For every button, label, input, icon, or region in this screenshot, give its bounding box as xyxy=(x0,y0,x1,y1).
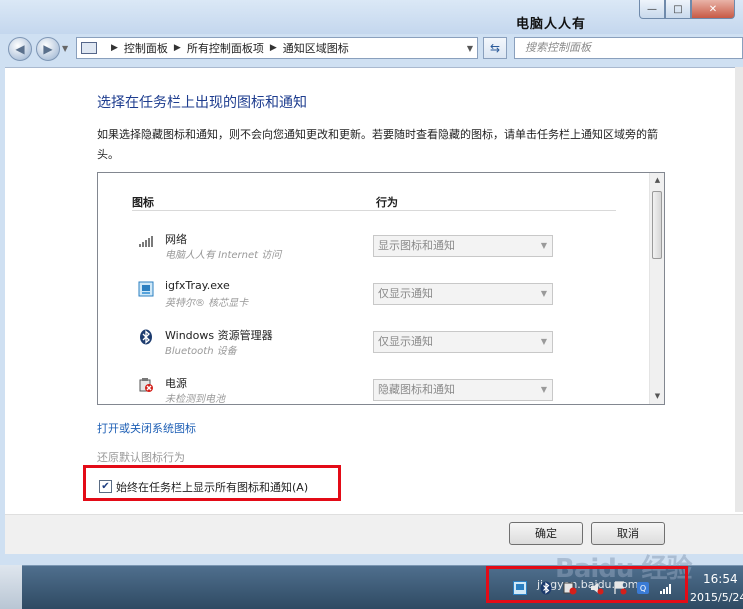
power-icon xyxy=(138,377,154,393)
list-item: 网络 电脑人人有 Internet 访问 显示图标和通知 ▼ xyxy=(98,229,648,277)
behavior-select[interactable]: 仅显示通知 ▼ xyxy=(373,283,553,305)
row-subtitle: 英特尔® 核芯显卡 xyxy=(165,298,249,309)
bluetooth-icon[interactable] xyxy=(539,581,553,595)
breadcrumb-separator-icon: ▶ xyxy=(173,43,181,53)
row-name: igfxTray.exe xyxy=(165,279,230,292)
page-title: 选择在任务栏上出现的图标和通知 xyxy=(97,95,307,111)
action-center-icon[interactable] xyxy=(613,581,627,595)
scroll-thumb[interactable] xyxy=(652,191,662,259)
intel-graphics-icon[interactable] xyxy=(513,581,527,595)
title-bar xyxy=(0,0,743,34)
ok-button[interactable]: 确定 xyxy=(509,522,583,545)
forward-button[interactable]: ▶ xyxy=(36,37,60,61)
column-header-behavior: 行为 xyxy=(376,196,398,209)
qq-icon[interactable]: Q xyxy=(636,581,650,595)
minimize-button[interactable]: — xyxy=(639,0,665,19)
page-scrollbar[interactable] xyxy=(735,67,743,512)
list-item: Windows 资源管理器 Bluetooth 设备 仅显示通知 ▼ xyxy=(98,325,648,373)
list-item: igfxTray.exe 英特尔® 核芯显卡 仅显示通知 ▼ xyxy=(98,277,648,325)
close-button[interactable]: ✕ xyxy=(691,0,735,19)
back-button[interactable]: ◀ xyxy=(8,37,32,61)
checkmark-icon: ✔ xyxy=(101,481,110,492)
chevron-down-icon: ▼ xyxy=(540,289,547,298)
behavior-select[interactable]: 仅显示通知 ▼ xyxy=(373,331,553,353)
chevron-down-icon: ▼ xyxy=(540,385,547,394)
chevron-down-icon: ▼ xyxy=(62,44,69,53)
cancel-button[interactable]: 取消 xyxy=(591,522,665,545)
column-header-icon: 图标 xyxy=(132,196,154,209)
volume-muted-icon[interactable] xyxy=(590,581,604,595)
row-name: 网络 xyxy=(165,233,187,246)
bluetooth-icon xyxy=(138,329,154,345)
system-icons-link[interactable]: 打开或关闭系统图标 xyxy=(97,420,196,436)
navigation-bar: ◀ ▶ ▼ ▶ 控制面板 ▶ 所有控制面板项 ▶ 通知区域图标 ▼ ⇆ 搜索控制… xyxy=(0,34,743,62)
row-subtitle: Bluetooth 设备 xyxy=(165,346,237,357)
header-divider xyxy=(132,210,616,211)
maximize-button[interactable]: □ xyxy=(665,0,691,19)
notification-icons-list[interactable]: 图标 行为 网络 电脑人人有 Internet 访问 显示图标和通知 ▼ igfx… xyxy=(97,172,665,405)
address-bar[interactable]: ▶ 控制面板 ▶ 所有控制面板项 ▶ 通知区域图标 ▼ xyxy=(76,37,478,59)
clock-time[interactable]: 16:54 xyxy=(703,572,738,586)
watermark-title: 电脑人人有 xyxy=(516,17,587,32)
breadcrumb-separator-icon: ▶ xyxy=(269,43,277,53)
computer-icon xyxy=(81,42,97,54)
chevron-down-icon: ▼ xyxy=(540,337,547,346)
arrow-right-icon: ▶ xyxy=(43,42,53,56)
always-show-checkbox[interactable]: ✔ xyxy=(99,480,112,493)
behavior-value: 仅显示通知 xyxy=(378,335,433,348)
refresh-icon: ⇆ xyxy=(489,41,501,55)
behavior-value: 隐藏图标和通知 xyxy=(378,383,455,396)
arrow-left-icon: ◀ xyxy=(15,42,25,56)
network-icon[interactable] xyxy=(659,581,673,595)
breadcrumb-separator-icon: ▶ xyxy=(111,43,118,53)
breadcrumb-item-control-panel[interactable]: 控制面板 xyxy=(124,40,168,56)
recent-pages-dropdown[interactable]: ▼ xyxy=(62,44,68,53)
network-icon xyxy=(138,233,154,249)
behavior-select[interactable]: 隐藏图标和通知 ▼ xyxy=(373,379,553,401)
scroll-down-icon[interactable]: ▼ xyxy=(650,389,664,404)
chevron-down-icon: ▼ xyxy=(540,241,547,250)
always-show-label[interactable]: 始终在任务栏上显示所有图标和通知(A) xyxy=(116,479,308,495)
scroll-up-icon[interactable]: ▲ xyxy=(650,173,664,188)
taskbar-app-button[interactable] xyxy=(0,565,22,609)
row-name: 电源 xyxy=(165,377,187,390)
list-item: 电源 未检测到电池 隐藏图标和通知 ▼ xyxy=(98,373,648,405)
breadcrumb-item-all-items[interactable]: 所有控制面板项 xyxy=(187,40,264,56)
refresh-button[interactable]: ⇆ xyxy=(483,37,507,59)
page-description: 如果选择隐藏图标和通知，则不会向您通知更改和更新。若要随时查看隐藏的图标，请单击… xyxy=(97,128,658,161)
behavior-value: 仅显示通知 xyxy=(378,287,433,300)
window-controls: — □ ✕ xyxy=(639,0,735,19)
search-input[interactable]: 搜索控制面板 xyxy=(514,37,743,59)
list-scrollbar[interactable]: ▲ ▼ xyxy=(649,173,664,404)
chevron-down-icon[interactable]: ▼ xyxy=(467,44,473,53)
row-subtitle: 未检测到电池 xyxy=(165,394,225,405)
clock-date[interactable]: 2015/5/24 xyxy=(690,591,743,604)
svg-text:Q: Q xyxy=(640,584,646,593)
row-name: Windows 资源管理器 xyxy=(165,329,273,342)
row-subtitle: 电脑人人有 Internet 访问 xyxy=(165,250,282,261)
power-icon[interactable] xyxy=(563,581,577,595)
behavior-select[interactable]: 显示图标和通知 ▼ xyxy=(373,235,553,257)
intel-graphics-icon xyxy=(138,281,154,297)
restore-default-link: 还原默认图标行为 xyxy=(97,451,185,464)
breadcrumb-item-notification-icons[interactable]: 通知区域图标 xyxy=(283,40,349,56)
behavior-value: 显示图标和通知 xyxy=(378,239,455,252)
